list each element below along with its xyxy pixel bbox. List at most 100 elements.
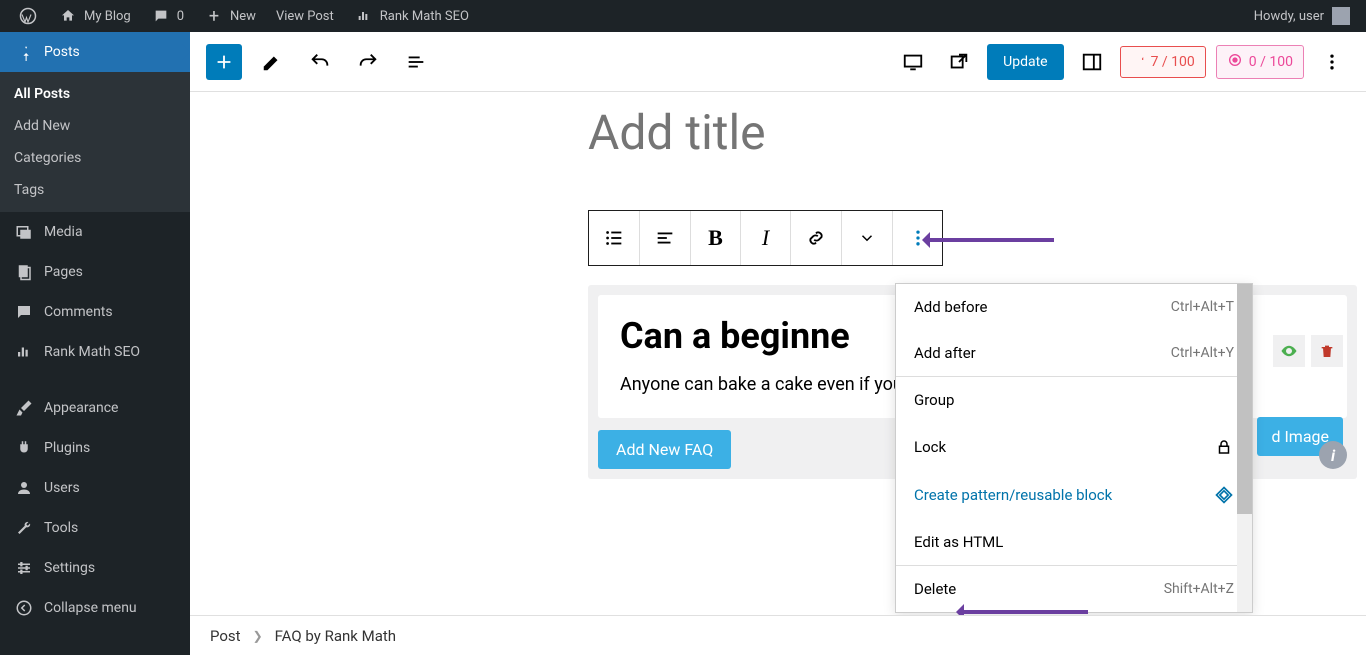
sidebar-posts-label: Posts [44,44,80,60]
sidebar-item-users[interactable]: Users [0,468,190,508]
editor-toolbar: Update 7 / 100 0 / 100 [190,32,1366,92]
dd-add-after-kbd: Ctrl+Alt+Y [1171,345,1234,361]
wp-admin-bar: My Blog 0 + New View Post Rank Math SEO H… [0,0,1366,32]
plug-icon [14,438,34,458]
breadcrumb-faq[interactable]: FAQ by Rank Math [275,627,396,645]
sidebar-submenu-posts: All Posts Add New Categories Tags [0,72,190,212]
redo-button[interactable] [350,44,386,80]
editor-canvas: Add title B I Can a beginne Anyone can b… [190,92,1366,615]
dd-lock-label: Lock [914,438,946,456]
comment-icon [151,6,171,26]
dd-create-pattern[interactable]: Create pattern/reusable block [896,471,1252,519]
comments-icon [14,302,34,322]
add-new-faq-button[interactable]: Add New FAQ [598,430,731,469]
seo-score-1[interactable]: 7 / 100 [1120,46,1206,78]
editor-area: Update 7 / 100 0 / 100 Add title B I [190,32,1366,655]
target-icon [1227,52,1243,72]
annotation-arrow-1 [926,238,1054,242]
post-title-input[interactable]: Add title [588,104,766,161]
seo-label: Rank Math SEO [380,9,469,24]
sidebar-item-collapse[interactable]: Collapse menu [0,588,190,628]
chart-icon [354,6,374,26]
undo-button[interactable] [302,44,338,80]
bold-button[interactable]: B [691,211,741,265]
sidebar-item-settings[interactable]: Settings [0,548,190,588]
site-link[interactable]: My Blog [48,0,141,32]
wp-logo[interactable] [8,0,48,32]
site-name: My Blog [84,9,131,24]
sidebar-item-plugins[interactable]: Plugins [0,428,190,468]
dd-add-after-label: Add after [914,344,976,362]
view-post-link[interactable]: View Post [266,0,344,32]
dd-add-before[interactable]: Add beforeCtrl+Alt+T [896,284,1252,330]
preview-button[interactable] [941,44,977,80]
sidebar-rankmath-label: Rank Math SEO [44,344,140,360]
sidebar-item-comments[interactable]: Comments [0,292,190,332]
dd-lock[interactable]: Lock [896,423,1252,471]
faq-actions [1273,335,1343,367]
sidebar-item-pages[interactable]: Pages [0,252,190,292]
more-format-button[interactable] [842,211,892,265]
home-icon [58,6,78,26]
sidebar-item-media[interactable]: Media [0,212,190,252]
dd-delete-label: Delete [914,580,956,598]
info-icon[interactable]: i [1319,441,1347,469]
sidebar-item-posts[interactable]: Posts [0,32,190,72]
sidebar-toggle-button[interactable] [1074,44,1110,80]
breadcrumb-post[interactable]: Post [210,627,241,645]
sidebar-media-label: Media [44,224,83,240]
dd-edit-html-label: Edit as HTML [914,533,1003,551]
outline-button[interactable] [398,44,434,80]
add-block-button[interactable] [206,44,242,80]
sidebar-plugins-label: Plugins [44,440,90,456]
faq-visibility-button[interactable] [1273,335,1305,367]
align-button[interactable] [640,211,691,265]
dd-add-after[interactable]: Add after Ctrl+Alt+Y [896,330,1252,376]
view-button[interactable] [895,44,931,80]
dd-delete-kbd: Shift+Alt+Z [1164,581,1234,597]
sidebar-item-rankmath[interactable]: Rank Math SEO [0,332,190,372]
howdy-text[interactable]: Howdy, user [1254,9,1324,24]
pin-icon [14,42,34,62]
block-type-button[interactable] [589,211,640,265]
sidebar-sub-add-new[interactable]: Add New [0,110,190,142]
sidebar-settings-label: Settings [44,560,95,576]
plus-icon: + [204,6,224,26]
diamond-icon [1214,485,1234,505]
pages-icon [14,262,34,282]
new-label: New [230,9,256,24]
link-button[interactable] [791,211,842,265]
new-link[interactable]: + New [194,0,266,32]
media-icon [14,222,34,242]
dd-create-pattern-label: Create pattern/reusable block [914,486,1112,504]
dd-group[interactable]: Group [896,377,1252,423]
sidebar-item-tools[interactable]: Tools [0,508,190,548]
dd-group-label: Group [914,391,954,409]
dd-add-before-kbd: Ctrl+Alt+T [1171,299,1234,315]
avatar[interactable] [1332,7,1350,25]
settings-icon [14,558,34,578]
sidebar-item-appearance[interactable]: Appearance [0,388,190,428]
update-button[interactable]: Update [987,44,1063,80]
sidebar-sub-all-posts[interactable]: All Posts [0,78,190,110]
comments-link[interactable]: 0 [141,0,194,32]
sidebar-appearance-label: Appearance [44,400,118,416]
comments-count: 0 [177,9,184,24]
options-button[interactable] [1314,44,1350,80]
italic-button[interactable]: I [741,211,791,265]
faq-delete-button[interactable] [1311,335,1343,367]
edit-mode-button[interactable] [254,44,290,80]
sidebar-sub-tags[interactable]: Tags [0,174,190,206]
seo-link[interactable]: Rank Math SEO [344,0,479,32]
chevron-right-icon: ❯ [253,629,263,643]
seo-score-2[interactable]: 0 / 100 [1216,45,1304,79]
user-icon [14,478,34,498]
block-options-dropdown: Add beforeCtrl+Alt+T Add after Ctrl+Alt+Y… [895,283,1253,613]
dropdown-scrollbar[interactable] [1237,284,1252,612]
sidebar-comments-label: Comments [44,304,113,320]
sidebar-tools-label: Tools [44,520,78,536]
brush-icon [14,398,34,418]
sidebar-sub-categories[interactable]: Categories [0,142,190,174]
block-breadcrumb: Post ❯ FAQ by Rank Math [190,615,1366,655]
dd-edit-html[interactable]: Edit as HTML [896,519,1252,565]
